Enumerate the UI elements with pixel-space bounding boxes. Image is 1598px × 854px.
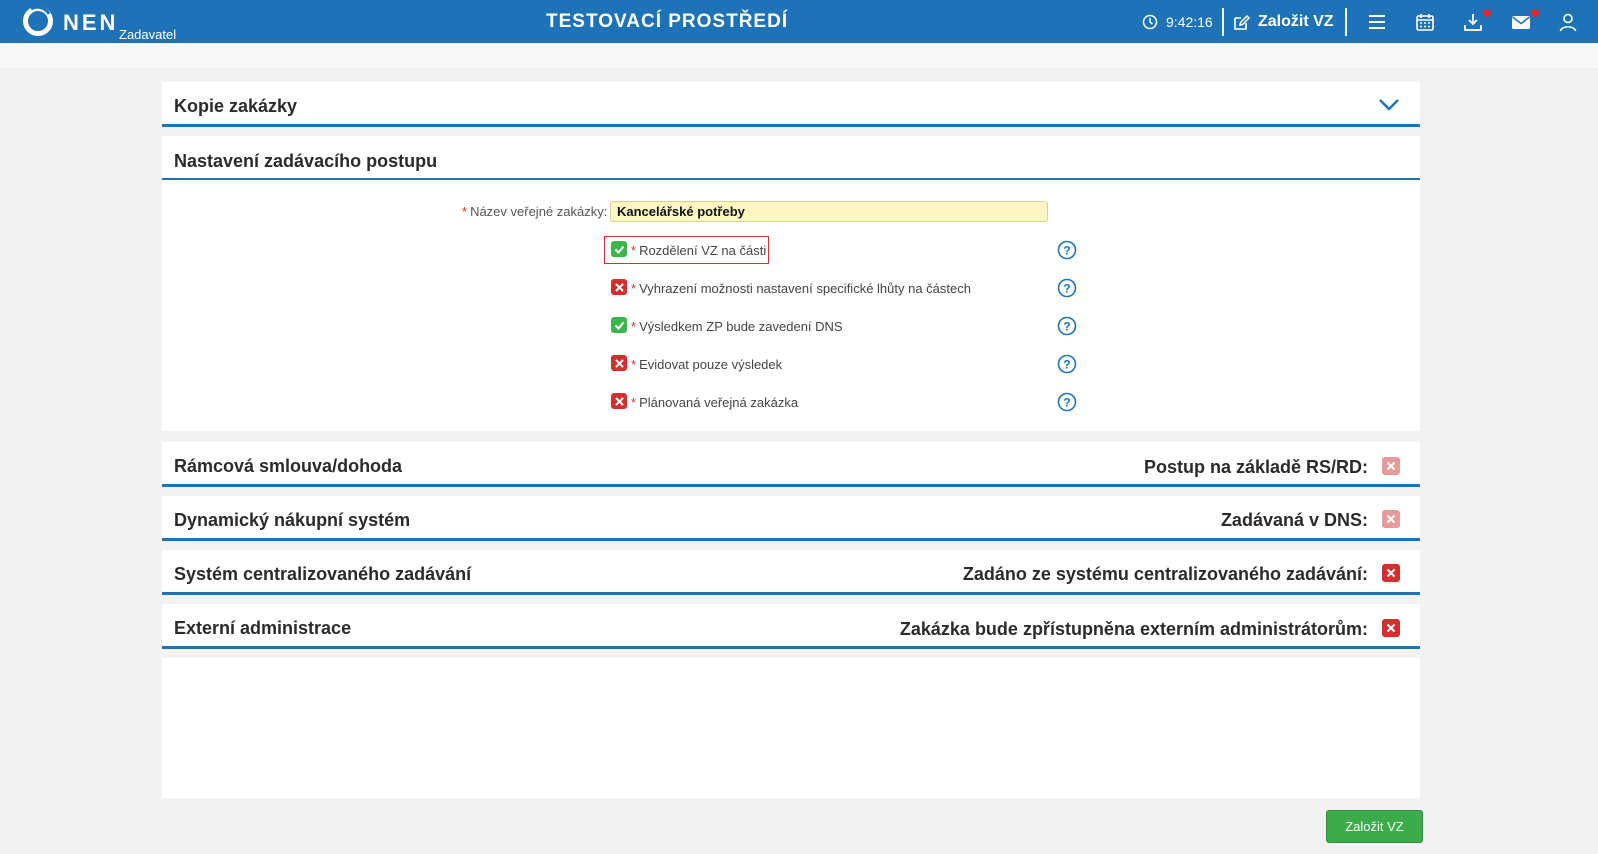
- specific-deadline-text: Vyhrazení možnosti nastavení specifické …: [639, 281, 971, 296]
- edit-icon: [1234, 14, 1250, 30]
- contract-name-label-text: Název veřejné zakázky:: [470, 204, 608, 219]
- planned-contract-text: Plánovaná veřejná zakázka: [639, 395, 799, 410]
- help-icon[interactable]: ?: [1057, 316, 1077, 336]
- required-mark: *: [631, 243, 637, 258]
- create-vz-header-label: Založit VZ: [1258, 13, 1334, 30]
- external-section-title: Externí administrace: [174, 618, 352, 638]
- mail-notification-badge: [1531, 9, 1539, 17]
- required-mark: *: [631, 281, 637, 296]
- procedure-section-header: Nastavení zadávacího postupu: [162, 136, 1420, 181]
- create-vz-submit-button[interactable]: Založit VZ: [1326, 810, 1423, 843]
- specific-deadline-checkbox[interactable]: [611, 279, 627, 295]
- x-icon: [614, 396, 624, 406]
- create-vz-header-button[interactable]: Založit VZ: [1233, 9, 1334, 35]
- dns-result-text: Výsledkem ZP bude zavedení DNS: [639, 319, 843, 334]
- help-icon[interactable]: ?: [1057, 278, 1077, 298]
- required-mark: *: [631, 357, 637, 372]
- top-bar: NEN Zadavatel TESTOVACÍ PROSTŘEDÍ 9:42:1…: [0, 0, 1598, 43]
- central-section-header[interactable]: Systém centralizovaného zadávání Zadáno …: [162, 550, 1420, 595]
- framework-section-title: Rámcová smlouva/dohoda: [174, 456, 403, 476]
- dns-section-header[interactable]: Dynamický nákupní systém Zadávaná v DNS:: [162, 496, 1420, 541]
- dns-result-label: * Výsledkem ZP bude zavedení DNS: [631, 319, 843, 334]
- empty-content-panel: [162, 658, 1420, 798]
- result-only-checkbox[interactable]: [611, 355, 627, 371]
- svg-text:?: ?: [1063, 244, 1070, 258]
- required-mark: *: [631, 319, 637, 334]
- external-flag-x-icon[interactable]: [1382, 619, 1400, 637]
- framework-flag-label: Postup na základě RS/RD:: [1143, 457, 1368, 477]
- nen-logo-icon[interactable]: [22, 5, 54, 37]
- svg-text:?: ?: [1063, 320, 1070, 334]
- mail-icon[interactable]: [1510, 11, 1532, 33]
- result-only-label: * Evidovat pouze výsledek: [631, 357, 782, 372]
- split-into-parts-checkbox[interactable]: [611, 241, 627, 257]
- external-section-header[interactable]: Externí administrace Zakázka bude zpříst…: [162, 604, 1420, 649]
- planned-contract-label: * Plánovaná veřejná zakázka: [631, 395, 798, 410]
- check-icon: [614, 321, 624, 330]
- copy-section-title: Kopie zakázky: [174, 96, 298, 116]
- specific-deadline-label: * Vyhrazení možnosti nastavení specifické…: [631, 281, 971, 296]
- download-icon[interactable]: [1462, 11, 1484, 33]
- contract-name-input[interactable]: [610, 201, 1048, 222]
- framework-section-header[interactable]: Rámcová smlouva/dohoda Postup na základě…: [162, 442, 1420, 487]
- clock-icon: [1142, 14, 1158, 30]
- user-icon[interactable]: [1557, 11, 1579, 33]
- dns-section-title: Dynamický nákupní systém: [174, 510, 411, 530]
- calendar-icon[interactable]: [1414, 11, 1436, 33]
- split-into-parts-label: * Rozdělení VZ na části: [631, 243, 766, 258]
- central-section-title: Systém centralizovaného zadávání: [174, 564, 472, 584]
- copy-section-header[interactable]: Kopie zakázky: [162, 82, 1420, 127]
- download-notification-badge: [1483, 9, 1491, 17]
- session-clock: 9:42:16: [1166, 14, 1213, 30]
- check-icon: [614, 245, 624, 254]
- x-icon: [614, 358, 624, 368]
- central-flag-label: Zadáno ze systému centralizovaného zadáv…: [962, 564, 1368, 584]
- svg-text:?: ?: [1063, 358, 1070, 372]
- required-mark: *: [631, 395, 637, 410]
- planned-contract-checkbox[interactable]: [611, 393, 627, 409]
- dns-flag-label: Zadávaná v DNS:: [1220, 510, 1368, 530]
- procedure-section-title: Nastavení zadávacího postupu: [174, 151, 438, 171]
- logo-text: NEN: [63, 10, 119, 35]
- header-divider: [1222, 8, 1224, 36]
- x-icon: [614, 282, 624, 292]
- required-mark: *: [462, 204, 468, 219]
- environment-title: TESTOVACÍ PROSTŘEDÍ: [546, 11, 789, 32]
- dns-flag-x-icon[interactable]: [1382, 510, 1400, 528]
- framework-flag-x-icon[interactable]: [1382, 457, 1400, 475]
- svg-text:?: ?: [1063, 282, 1070, 296]
- central-flag-x-icon[interactable]: [1382, 564, 1400, 582]
- help-icon[interactable]: ?: [1057, 354, 1077, 374]
- sub-header-strip: [0, 43, 1598, 68]
- chevron-down-icon[interactable]: [1378, 98, 1400, 112]
- split-into-parts-text: Rozdělení VZ na části: [639, 243, 767, 258]
- result-only-text: Evidovat pouze výsledek: [639, 357, 783, 372]
- header-divider: [1345, 8, 1347, 36]
- menu-icon[interactable]: [1366, 11, 1388, 33]
- contract-name-label: * Název veřejné zakázky:: [462, 204, 607, 219]
- external-flag-label: Zakázka bude zpřístupněna externím admin…: [899, 619, 1368, 639]
- help-icon[interactable]: ?: [1057, 240, 1077, 260]
- dns-result-checkbox[interactable]: [611, 317, 627, 333]
- help-icon[interactable]: ?: [1057, 392, 1077, 412]
- logo-subtitle: Zadavatel: [119, 27, 177, 42]
- svg-text:?: ?: [1063, 396, 1070, 410]
